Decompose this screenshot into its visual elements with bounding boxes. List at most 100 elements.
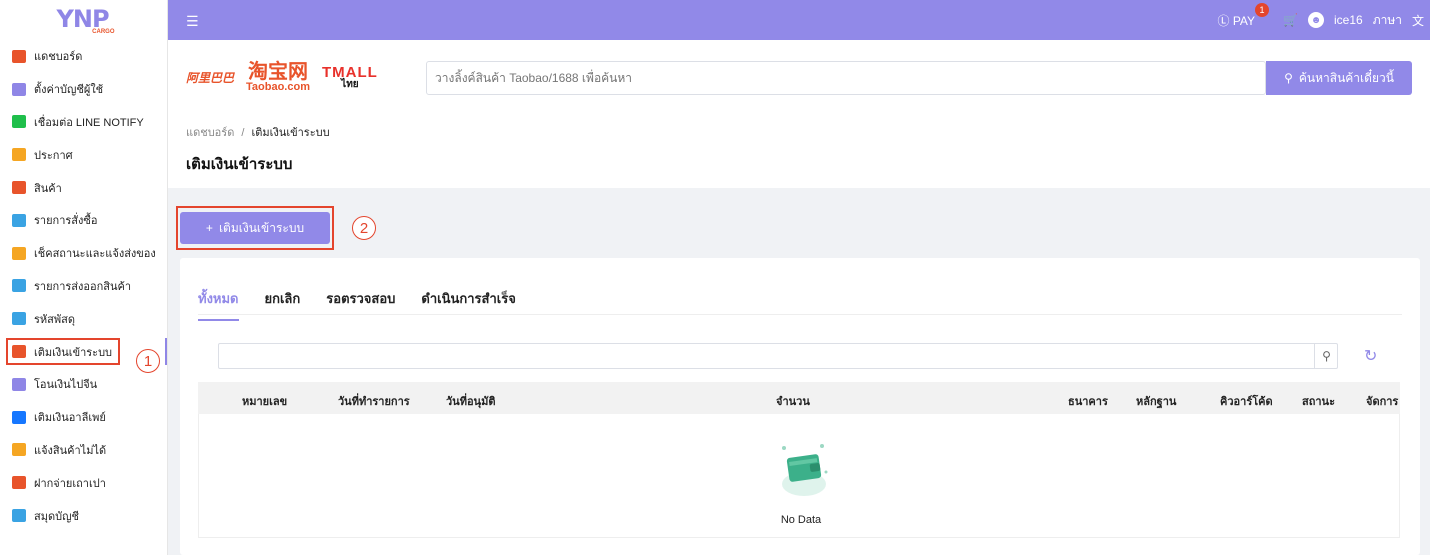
- page-title: เติมเงินเข้าระบบ: [186, 156, 293, 173]
- sidebar-item-label: โอนเงินไปจีน: [34, 379, 98, 392]
- tmall-subtext: ไทย: [341, 79, 359, 90]
- status-tabs: ทั้งหมด ยกเลิก รอตรวจสอบ ดำเนินการสำเร็จ: [198, 288, 516, 321]
- sidebar-item-label: รายการส่งออกสินค้า: [34, 280, 132, 293]
- pay-badge: 1: [1255, 2, 1270, 17]
- column-header[interactable]: จำนวน: [776, 392, 810, 410]
- transactions-card: ทั้งหมด ยกเลิก รอตรวจสอบ ดำเนินการสำเร็จ ⚲ …: [180, 258, 1420, 555]
- yuan-icon: [12, 377, 26, 391]
- brand-logos: 阿里巴巴 淘宝网 Taobao.com TMALL ไทย: [186, 62, 378, 93]
- alipay-icon: [12, 410, 26, 424]
- avatar[interactable]: ☻: [1308, 12, 1324, 28]
- filter-input[interactable]: [218, 343, 1338, 369]
- sidebar-item-label: แดชบอร์ด: [34, 51, 83, 64]
- sidebar-item-label: สมุดบัญชี: [34, 510, 79, 523]
- taobao-cn: 淘宝网: [248, 61, 308, 83]
- wallet-icon: [12, 509, 26, 523]
- taobao-en: Taobao.com: [246, 81, 310, 93]
- header-panel: 阿里巴巴 淘宝网 Taobao.com TMALL ไทย ⚲ ค้นหาสิน…: [168, 40, 1430, 188]
- username[interactable]: ice16: [1334, 13, 1363, 27]
- search-button-label: ค้นหาสินค้าเดี๋ยวนี้: [1298, 70, 1394, 85]
- truck-icon: [12, 246, 26, 260]
- sidebar: YNP CARGO แดชบอร์ดตั้งค่าบัญชีผู้ใช้เชื่…: [0, 0, 168, 555]
- pay-label: PAY: [1232, 13, 1256, 28]
- active-item-highlight-box: [6, 338, 120, 366]
- sidebar-item-label: รหัสพัสดุ: [34, 313, 75, 326]
- sidebar-item-label: เช็คสถานะและแจ้งส่งของ: [34, 248, 156, 261]
- export-icon: [12, 279, 26, 293]
- user-settings-icon: [12, 82, 26, 96]
- table-header: หมายเลข วันที่ทำรายการ วันที่อนุมัติ จำนวน ธ…: [198, 382, 1400, 414]
- menu-fold-icon[interactable]: ☰: [186, 13, 199, 30]
- column-header[interactable]: คิวอาร์โค้ด: [1220, 392, 1273, 410]
- chart-icon: [12, 49, 26, 63]
- annotation-marker-1: 1: [136, 349, 160, 373]
- tmall-logo[interactable]: TMALL ไทย: [322, 65, 378, 90]
- topup-button-label: เติมเงินเข้าระบบ: [218, 220, 305, 235]
- refresh-icon[interactable]: ↻: [1364, 346, 1377, 366]
- breadcrumb-separator: /: [241, 127, 245, 139]
- plus-icon: +: [205, 221, 213, 235]
- translate-icon[interactable]: 文: [1412, 12, 1424, 29]
- column-header[interactable]: วันที่อนุมัติ: [446, 392, 495, 410]
- sidebar-item[interactable]: รายการส่งออกสินค้า: [0, 270, 167, 303]
- cart-icon: [12, 213, 26, 227]
- empty-wallet-icon: [774, 432, 834, 505]
- sidebar-item[interactable]: รหัสพัสดุ: [0, 302, 167, 335]
- status-tab[interactable]: ดำเนินการสำเร็จ: [421, 288, 515, 321]
- megaphone-icon: [12, 148, 26, 162]
- tmall-text: TMALL: [322, 64, 378, 81]
- sidebar-item-label: ประกาศ: [34, 149, 73, 162]
- sidebar-item[interactable]: เช็คสถานะและแจ้งส่งของ: [0, 237, 167, 270]
- column-header[interactable]: วันที่ทำรายการ: [338, 392, 410, 410]
- coin-icon: Ⓛ: [1217, 13, 1230, 28]
- line-icon: [12, 115, 26, 129]
- cart-icon[interactable]: 🛒: [1283, 13, 1298, 27]
- taobao-icon: [12, 476, 26, 490]
- sidebar-item[interactable]: เติมเงินอาลีเพย์: [0, 401, 167, 434]
- column-header[interactable]: หลักฐาน: [1136, 392, 1176, 410]
- tabs-divider: [198, 314, 1402, 315]
- breadcrumb-home[interactable]: แดชบอร์ด: [186, 127, 234, 139]
- language-label[interactable]: ภาษา: [1373, 11, 1402, 30]
- taobao-logo[interactable]: 淘宝网 Taobao.com: [246, 62, 310, 93]
- sidebar-item-label: เติมเงินอาลีเพย์: [34, 412, 106, 425]
- logo[interactable]: YNP CARGO: [0, 0, 167, 40]
- sidebar-item[interactable]: ประกาศ: [0, 138, 167, 171]
- sidebar-item[interactable]: โอนเงินไปจีน: [0, 368, 167, 401]
- alibaba-logo[interactable]: 阿里巴巴: [186, 69, 234, 86]
- cube-icon: [12, 312, 26, 326]
- sidebar-item[interactable]: เชื่อมต่อ LINE NOTIFY: [0, 106, 167, 139]
- sidebar-item[interactable]: สมุดบัญชี: [0, 499, 167, 532]
- search-icon[interactable]: ⚲: [1314, 343, 1338, 369]
- column-header[interactable]: หมายเลข: [242, 392, 287, 410]
- status-tab[interactable]: รอตรวจสอบ: [326, 288, 395, 321]
- topup-button[interactable]: + เติมเงินเข้าระบบ: [180, 212, 330, 244]
- annotation-marker-2: 2: [352, 216, 376, 240]
- main-content: 阿里巴巴 淘宝网 Taobao.com TMALL ไทย ⚲ ค้นหาสิน…: [168, 40, 1430, 555]
- sidebar-item-label: เชื่อมต่อ LINE NOTIFY: [34, 116, 144, 129]
- pay-button[interactable]: Ⓛ PAY 1: [1217, 2, 1270, 29]
- column-header[interactable]: สถานะ: [1302, 392, 1335, 410]
- box-icon: [12, 181, 26, 195]
- column-header[interactable]: ธนาคาร: [1068, 392, 1108, 410]
- sidebar-item-label: สินค้า: [34, 182, 62, 195]
- sidebar-item[interactable]: ตั้งค่าบัญชีผู้ใช้: [0, 73, 167, 106]
- logo-subtext: CARGO: [92, 29, 115, 35]
- search-icon: ⚲: [1284, 71, 1293, 85]
- sidebar-item-label: แจ้งสินค้าไม่ได้: [34, 444, 107, 457]
- top-bar: ☰ Ⓛ PAY 1 🛒 ☻ ice16 ภาษา 文: [168, 0, 1430, 40]
- sidebar-item[interactable]: แจ้งสินค้าไม่ได้: [0, 434, 167, 467]
- product-link-search-input[interactable]: [426, 61, 1266, 95]
- status-tab[interactable]: ยกเลิก: [265, 288, 301, 321]
- sidebar-item[interactable]: แดชบอร์ด: [0, 40, 167, 73]
- status-tab[interactable]: ทั้งหมด: [198, 288, 239, 321]
- search-button[interactable]: ⚲ ค้นหาสินค้าเดี๋ยวนี้: [1266, 61, 1412, 95]
- sidebar-item[interactable]: ฝากจ่ายเถาเปา: [0, 466, 167, 499]
- flag-icon: [12, 443, 26, 457]
- sidebar-item[interactable]: สินค้า: [0, 171, 167, 204]
- sidebar-item[interactable]: รายการสั่งซื้อ: [0, 204, 167, 237]
- sidebar-item-label: ฝากจ่ายเถาเปา: [34, 477, 106, 490]
- column-header[interactable]: จัดการ: [1366, 392, 1398, 410]
- breadcrumb-current: เติมเงินเข้าระบบ: [251, 127, 330, 139]
- empty-state-text: No Data: [780, 514, 822, 526]
